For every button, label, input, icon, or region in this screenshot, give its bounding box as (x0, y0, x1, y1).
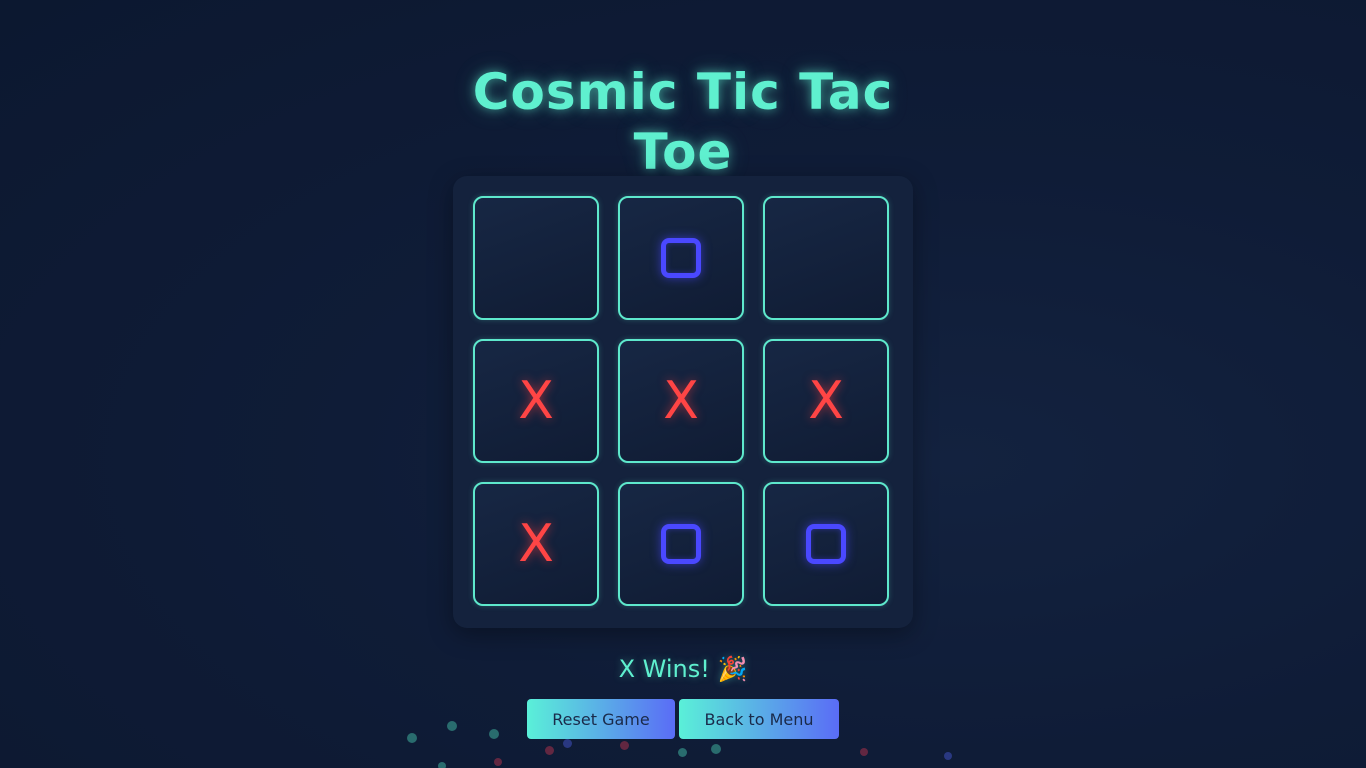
board-cell-4[interactable]: X (473, 339, 599, 463)
confetti-dot (563, 739, 572, 748)
x-mark: X (518, 514, 554, 574)
x-mark: X (808, 371, 844, 431)
confetti-dot (438, 762, 446, 768)
confetti-dot (711, 744, 721, 754)
reset-game-button[interactable]: Reset Game (527, 699, 675, 739)
x-mark: X (663, 371, 699, 431)
confetti-dot (489, 729, 499, 739)
confetti-dot (407, 733, 417, 743)
button-row: Reset Game Back to Menu (0, 699, 1366, 739)
board-cell-9[interactable] (763, 482, 889, 606)
board-cell-5[interactable]: X (618, 339, 744, 463)
confetti-dot (447, 721, 457, 731)
back-to-menu-button[interactable]: Back to Menu (679, 699, 839, 739)
board-cell-1[interactable] (473, 196, 599, 320)
game-board: X X X X (453, 176, 913, 628)
confetti-dot (860, 748, 868, 756)
game-status: X Wins! 🎉 (618, 655, 748, 683)
game-title-line-2: Toe (633, 122, 733, 181)
confetti-dot (620, 741, 629, 750)
confetti-dot (494, 758, 502, 766)
o-mark (661, 238, 701, 278)
confetti-dot (944, 752, 952, 760)
confetti-dot (678, 748, 687, 757)
confetti-dot (545, 746, 554, 755)
x-mark: X (518, 371, 554, 431)
board-cell-8[interactable] (618, 482, 744, 606)
o-mark (661, 524, 701, 564)
game-title: Cosmic Tic Tac Toe (0, 62, 1366, 182)
board-cell-6[interactable]: X (763, 339, 889, 463)
board-cell-7[interactable]: X (473, 482, 599, 606)
board-cell-2[interactable] (618, 196, 744, 320)
o-mark (806, 524, 846, 564)
game-title-line-1: Cosmic Tic Tac (472, 62, 894, 121)
board-cell-3[interactable] (763, 196, 889, 320)
